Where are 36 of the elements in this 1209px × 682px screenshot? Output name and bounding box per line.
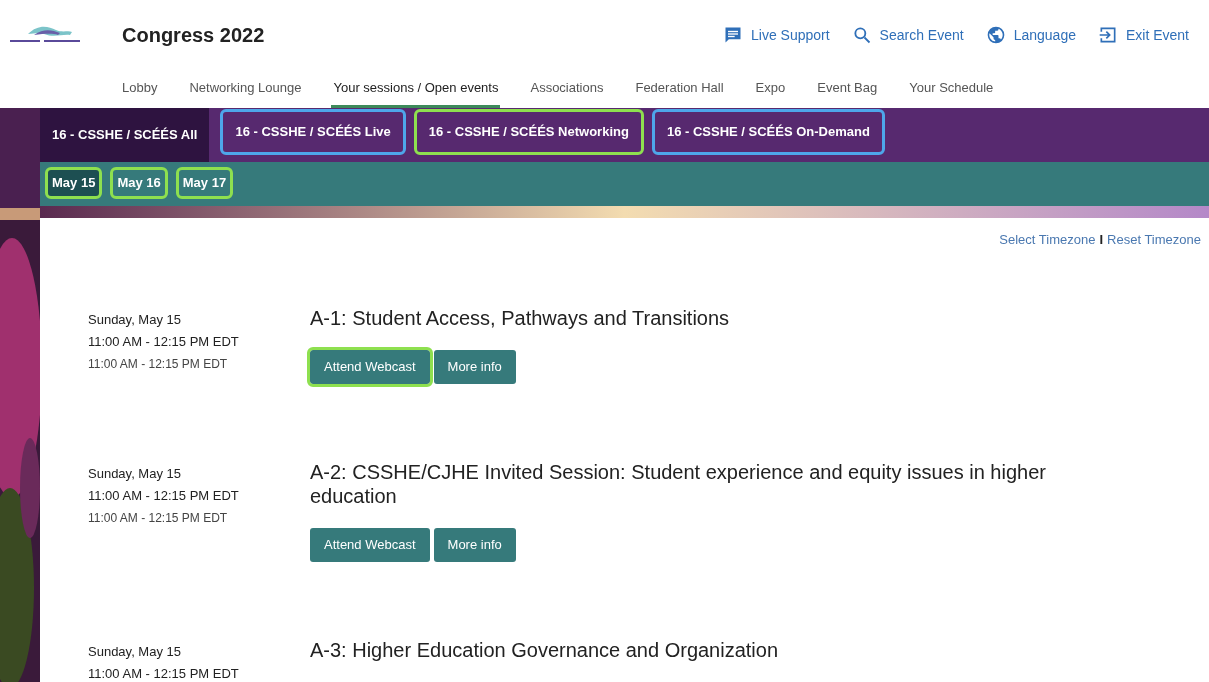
- nav-tab[interactable]: Event Bag: [815, 70, 880, 108]
- session-title: A-1: Student Access, Pathways and Transitions: [310, 305, 731, 330]
- session-title: A-3: Higher Education Governance and Organization: [310, 637, 780, 662]
- nav-tab[interactable]: Networking Lounge: [187, 70, 304, 108]
- session-button[interactable]: More info: [433, 349, 516, 384]
- session-title: A-2: CSSHE/CJHE Invited Session: Student experience and equity issues in higher education: [310, 459, 1047, 508]
- session-date: Sunday, May 15: [88, 310, 182, 329]
- header-link[interactable]: Search Event: [851, 24, 964, 46]
- session-button[interactable]: Attend Webcast: [310, 527, 430, 562]
- date-tab[interactable]: May 15: [48, 170, 100, 196]
- session-time: 11:00 AM - 12:15 PM EDT: [88, 333, 240, 351]
- event-title: Congress 2022: [122, 23, 265, 48]
- local-time: 11:00 AM - 12:15 PM EDT: [88, 355, 229, 373]
- select-timezone-link[interactable]: Select Timezone: [999, 230, 1096, 250]
- reset-timezone-link[interactable]: Reset Timezone: [1107, 230, 1201, 250]
- nav-tab[interactable]: Your Schedule: [907, 70, 996, 108]
- globe-icon: [985, 25, 1006, 45]
- header-link[interactable]: Language: [985, 24, 1076, 46]
- local-time: 11:00 AM - 12:15 PM EDT: [88, 509, 229, 527]
- nav-tab[interactable]: Associations: [528, 70, 606, 108]
- session-time: 11:00 AM - 12:15 PM EDT: [88, 665, 240, 682]
- session-button[interactable]: More info: [433, 527, 516, 562]
- nav-tab[interactable]: Federation Hall: [633, 70, 726, 108]
- separator: I: [1099, 231, 1104, 249]
- nav-tab[interactable]: Expo: [753, 70, 788, 108]
- header-link[interactable]: Live Support: [723, 24, 830, 46]
- session-button[interactable]: Attend Webcast: [310, 349, 430, 384]
- search-icon: [851, 25, 872, 45]
- session-date: Sunday, May 15: [88, 642, 182, 661]
- session-time: 11:00 AM - 12:15 PM EDT: [88, 487, 240, 505]
- chat-icon: [723, 25, 743, 45]
- header-link[interactable]: Exit Event: [1097, 24, 1189, 46]
- nav-tab[interactable]: Lobby: [120, 70, 160, 108]
- session-date: Sunday, May 15: [88, 464, 182, 483]
- exit-icon: [1097, 25, 1118, 45]
- stream-tab[interactable]: 16 - CSSHE / SCÉÉS All: [40, 108, 210, 162]
